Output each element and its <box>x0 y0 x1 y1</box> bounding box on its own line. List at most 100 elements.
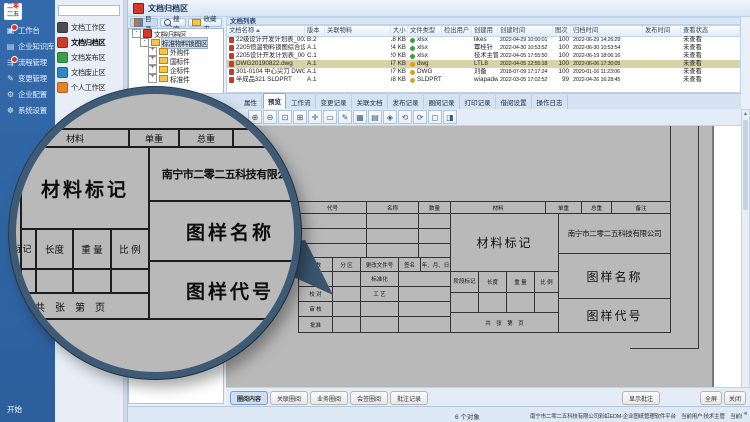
vertical-scrollbar[interactable]: ▲ ▼ <box>741 109 750 404</box>
workspace-item-obsolete-area[interactable]: 文档废止区 <box>57 66 123 79</box>
tab-related-docs[interactable]: 关联文档 <box>353 95 388 109</box>
fullscreen-icon[interactable]: ◻ <box>428 110 442 124</box>
material-cell <box>325 76 391 84</box>
column-header[interactable]: 查看状态 <box>681 26 740 36</box>
zoom-out-icon[interactable]: ⊖ <box>263 110 277 124</box>
tab-operation-log[interactable]: 操作日志 <box>533 95 568 109</box>
zoom-window-icon[interactable]: ⊡ <box>278 110 292 124</box>
material-cell <box>325 68 391 76</box>
expander-icon[interactable]: + <box>148 74 157 83</box>
table-row[interactable]: 2205设计开发计划表_000001... C.1 20 KB xlsx 技术主… <box>227 52 740 60</box>
titleblock-cell <box>419 244 451 258</box>
rotate-right-icon[interactable]: ⟳ <box>413 110 427 124</box>
type-cell: xlsx <box>408 44 442 52</box>
titleblock-cell: 长度 <box>479 272 507 293</box>
scroll-up-icon[interactable]: ▲ <box>743 111 748 117</box>
table-row[interactable]: 2205恒温物料锁图综合设计开... A.1 24 KB xlsx 覃桂针 20… <box>227 44 740 52</box>
table-row[interactable]: 301-0104 中心尖刀 DWG A.1 207 KB DWG 刘备 2018… <box>227 68 740 76</box>
expander-icon[interactable]: + <box>148 65 157 74</box>
frame-line <box>630 348 699 349</box>
sidebar-item-enterprise-config[interactable]: ⚙ 企业配置 <box>0 87 55 101</box>
table-row-selected[interactable]: DWG20190822.dwg A.1 47 KB dwg LTL8 2022-… <box>227 60 740 68</box>
table-row[interactable]: 22级设计开发计划表_002.xlsx B.2 18 KB xlsx likes… <box>227 36 740 44</box>
archive-area-icon <box>143 29 152 38</box>
workspace-item-working-area[interactable]: 文档工作区 <box>57 21 123 34</box>
pan-icon[interactable]: ✛ <box>308 110 322 124</box>
fit-page-icon[interactable]: ⊞ <box>293 110 307 124</box>
review-content-button[interactable]: 圈阅内容 <box>230 391 268 405</box>
tab-workflow[interactable]: 工作流 <box>287 95 316 109</box>
version-cell: C.1 <box>305 52 325 60</box>
settings-icon: ☸ <box>6 106 15 115</box>
column-header[interactable]: 文件类型 <box>408 26 442 36</box>
num-cell: 100 <box>553 52 571 60</box>
creator-cell: 覃桂针 <box>472 44 498 52</box>
checkout-user-cell <box>442 68 472 76</box>
expander-icon[interactable]: + <box>148 47 157 56</box>
column-header[interactable]: 版本 <box>305 26 325 36</box>
workspace-item-publish-area[interactable]: 文档发布区 <box>57 51 123 64</box>
tree-node-standard-parts[interactable]: + 标准件 <box>129 74 223 83</box>
column-header[interactable]: 文档名称 <box>227 26 305 36</box>
annotate-icon[interactable]: ✎ <box>338 110 352 124</box>
column-header[interactable]: 检出用户 <box>442 26 472 36</box>
fullscreen-button[interactable]: 全屏 <box>700 391 722 405</box>
rotate-left-icon[interactable]: ⟲ <box>398 110 412 124</box>
column-header[interactable]: 发布时间 <box>643 26 681 36</box>
countersign-review-button[interactable]: 会签圈阅 <box>350 391 388 405</box>
column-header[interactable]: 图次 <box>553 26 571 36</box>
titleblock-cell <box>479 293 507 313</box>
layers-icon[interactable]: ▤ <box>368 110 382 124</box>
print-icon[interactable]: ◨ <box>443 110 457 124</box>
sidebar-item-change-mgmt[interactable]: ✎ 变更管理 <box>0 71 55 85</box>
workspace-search-input[interactable] <box>58 5 120 16</box>
close-button[interactable]: 关闭 <box>724 391 746 405</box>
scrollbar-thumb[interactable] <box>743 120 748 210</box>
start-button[interactable]: 开始 <box>7 404 22 415</box>
workspace-item-archive-area[interactable]: 文档归档区 <box>57 36 123 49</box>
sidebar-item-process-mgmt[interactable]: ⇶ 流程管理 <box>0 55 55 69</box>
titleblock-cell <box>535 293 559 313</box>
column-header[interactable]: 关联物料 <box>325 26 391 36</box>
column-header[interactable]: 创建用户 <box>472 26 498 36</box>
table-row[interactable]: 半成品321 SLDPRT A.1 68 KB SLDPRT wiapadwi … <box>227 76 740 84</box>
show-annotations-button[interactable]: 显示批注 <box>622 391 660 405</box>
column-header[interactable]: 创建时间 <box>498 26 553 36</box>
column-header[interactable]: 归档时间 <box>571 26 643 36</box>
mag-cell: 长度 <box>37 230 74 270</box>
resize-grip-icon[interactable]: ◄ <box>742 411 748 417</box>
filetype-icon <box>410 46 415 51</box>
tab-change-records[interactable]: 变更记录 <box>317 95 352 109</box>
folder-icon <box>159 48 168 55</box>
select-icon[interactable]: ▭ <box>323 110 337 124</box>
tab-publish-records[interactable]: 发布记录 <box>389 95 424 109</box>
created-cell: 2022-03-05 17:02:52 <box>498 76 553 84</box>
image-icon[interactable]: ▦ <box>353 110 367 124</box>
favorites-button[interactable]: 收藏夹 <box>188 18 222 27</box>
sidebar-item-system-settings[interactable]: ☸ 系统设置 <box>0 103 55 117</box>
creator-cell: likes <box>472 36 498 44</box>
version-cell: A.1 <box>305 68 325 76</box>
titleblock-cell <box>419 229 451 244</box>
sidebar-item-knowledge-base[interactable]: ▤ 企业知识库 <box>0 39 55 53</box>
tab-preview[interactable]: 预览 <box>263 93 286 109</box>
expander-icon[interactable]: - <box>132 29 141 38</box>
tab-print-records[interactable]: 打印记录 <box>461 95 496 109</box>
titleblock-material-mark: 材料标记 <box>451 214 559 272</box>
catalog-button[interactable]: 目录 <box>130 18 158 27</box>
catalog-icon <box>134 18 143 27</box>
expander-icon[interactable]: - <box>140 38 149 47</box>
published-cell <box>643 52 681 60</box>
search-button[interactable]: 搜索 <box>160 18 186 27</box>
measure-icon[interactable]: ◈ <box>383 110 397 124</box>
business-review-button[interactable]: 业务圈阅 <box>310 391 348 405</box>
annotation-records-button[interactable]: 批注记录 <box>390 391 428 405</box>
folder-icon <box>151 39 160 46</box>
tab-review-records[interactable]: 圈阅记录 <box>425 95 460 109</box>
expander-icon[interactable]: + <box>148 56 157 65</box>
related-review-button[interactable]: 关联圈阅 <box>270 391 308 405</box>
tab-properties[interactable]: 属性 <box>240 95 262 109</box>
column-header[interactable]: 大小 <box>391 26 408 36</box>
sidebar-item-workbench[interactable]: ▣ 工作台 <box>0 23 55 37</box>
tab-borrow-settings[interactable]: 借阅设置 <box>497 95 532 109</box>
